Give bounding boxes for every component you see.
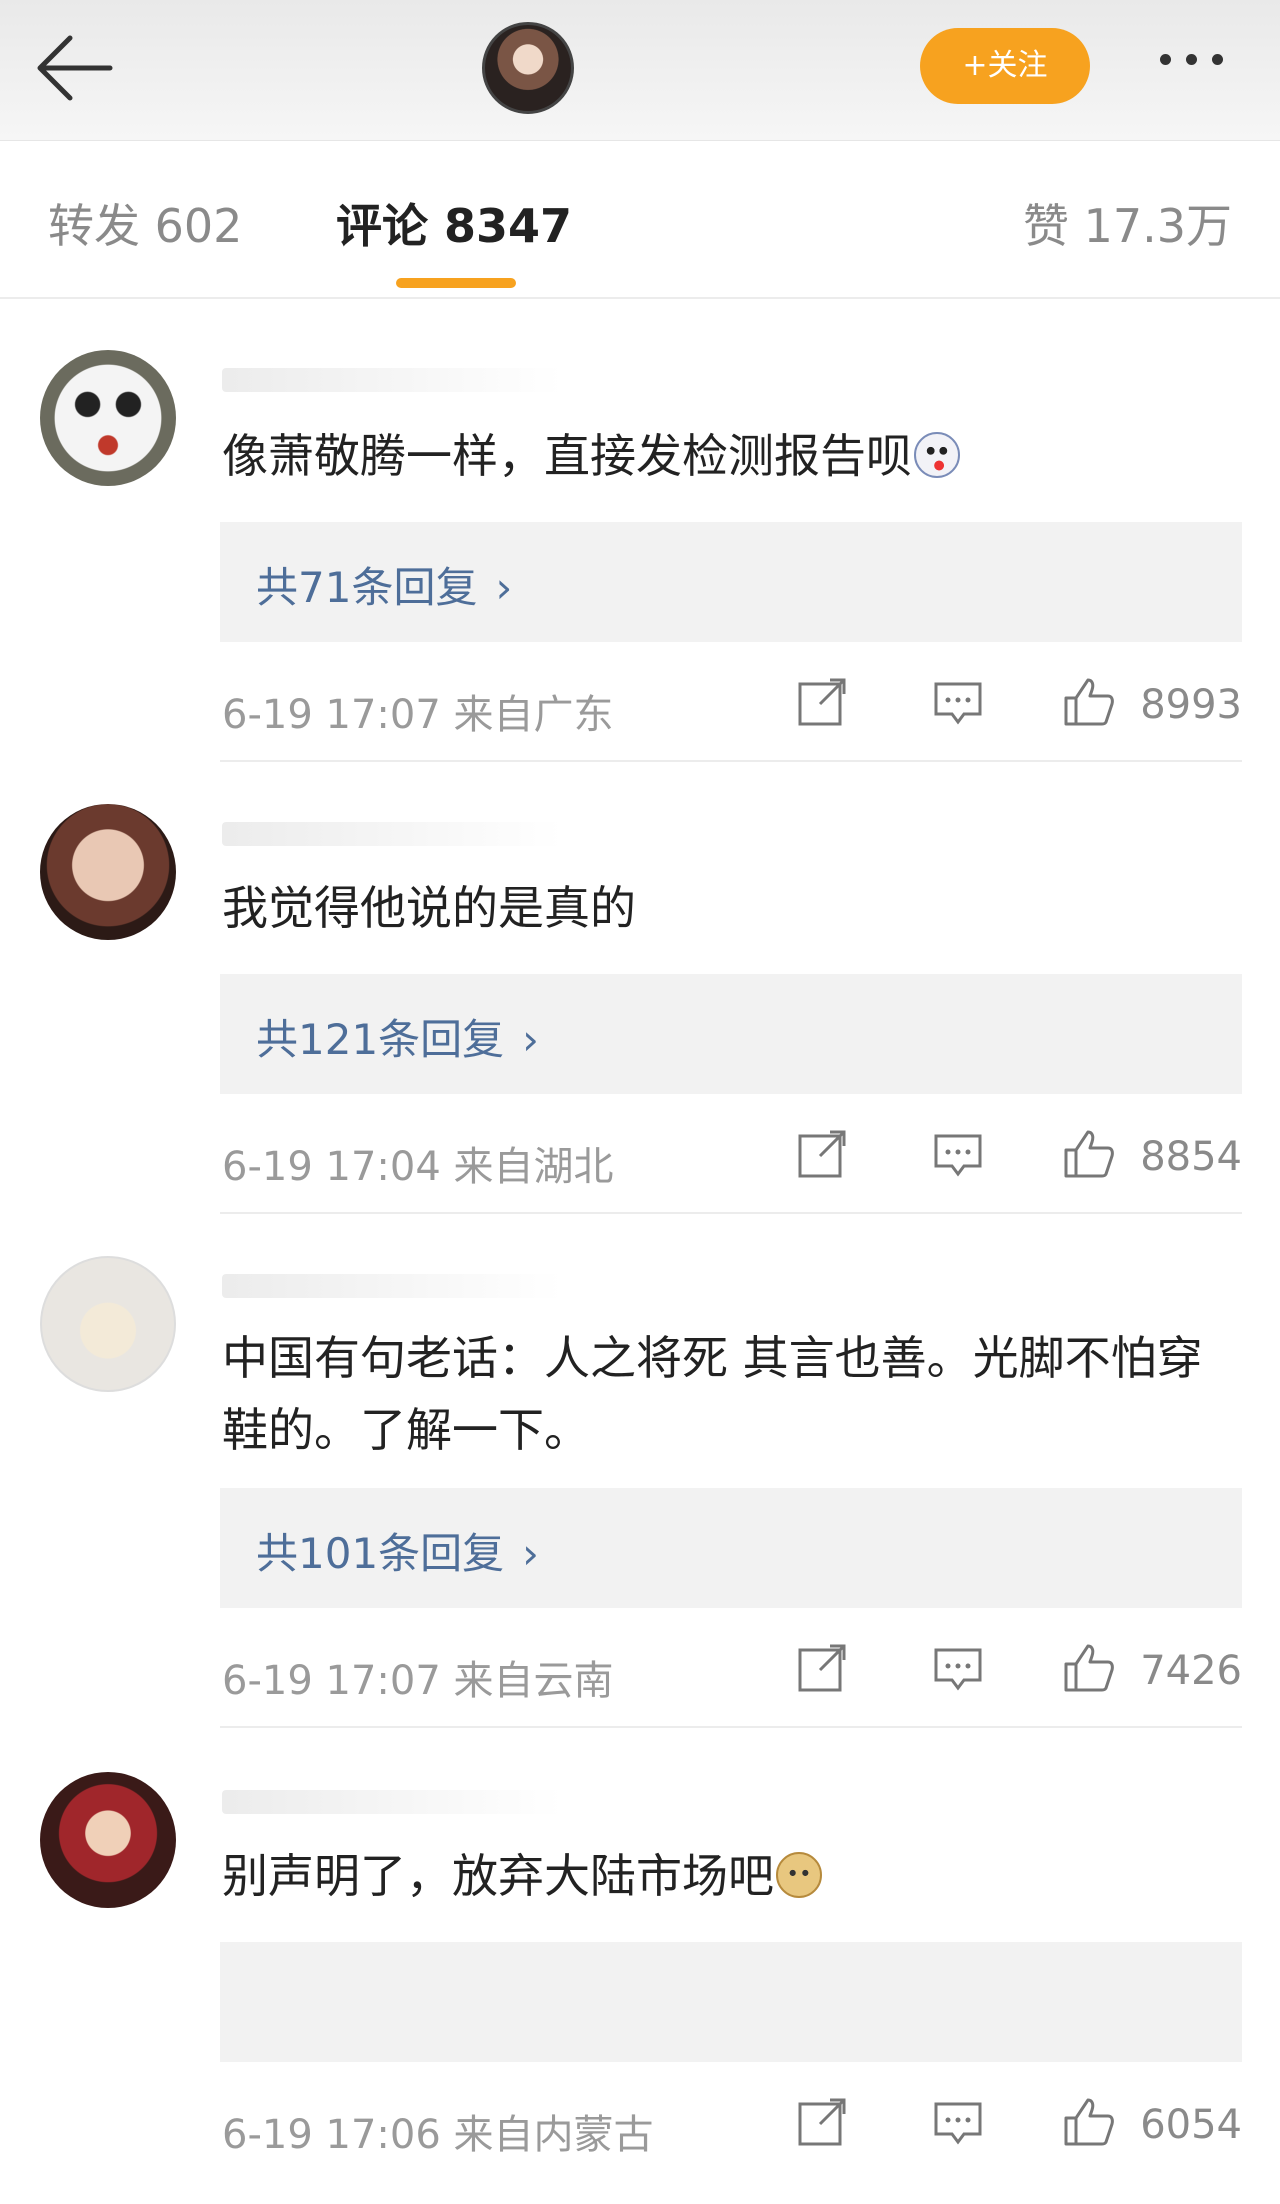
reply-count: 共121条回复 › bbox=[256, 1006, 539, 1067]
timestamp-location: 6-19 17:07 来自广东 bbox=[222, 682, 614, 740]
timestamp: 6-19 17:07 bbox=[222, 692, 441, 738]
timestamp-location: 6-19 17:06 来自内蒙古 bbox=[222, 2102, 654, 2160]
comment-bubble-icon bbox=[934, 1648, 982, 1691]
arrow-left-icon bbox=[37, 35, 113, 101]
reply-count: 共71条回复 › bbox=[256, 554, 512, 615]
divider bbox=[220, 1726, 1242, 1728]
tab-active-indicator bbox=[396, 278, 516, 288]
avatar[interactable] bbox=[40, 350, 176, 486]
share-button[interactable] bbox=[794, 2094, 854, 2150]
reply-summary-button[interactable]: 共71条回复 › bbox=[220, 522, 1242, 642]
doge-emoji-icon bbox=[776, 1852, 822, 1898]
share-icon bbox=[798, 1130, 846, 1178]
username-obscured[interactable] bbox=[222, 1274, 562, 1298]
thumbs-up-icon bbox=[1064, 1130, 1114, 1178]
reply-summary-button[interactable] bbox=[220, 1942, 1242, 2062]
tab-comment[interactable]: 评论 8347 bbox=[336, 190, 572, 256]
share-button[interactable] bbox=[794, 1640, 854, 1696]
share-icon bbox=[798, 1644, 846, 1692]
like-count: 7426 bbox=[1140, 1648, 1242, 1694]
timestamp: 6-19 17:04 bbox=[222, 1144, 441, 1190]
share-button[interactable] bbox=[794, 674, 854, 730]
username-obscured[interactable] bbox=[222, 368, 562, 392]
comment-meta: 6-19 17:07 来自广东 8993 bbox=[222, 674, 1242, 738]
chevron-right-icon: › bbox=[495, 563, 513, 612]
reply-count-label: 共71条回复 bbox=[256, 563, 478, 612]
reply-button[interactable] bbox=[930, 2094, 990, 2150]
location: 来自内蒙古 bbox=[453, 2112, 654, 2158]
like-button[interactable] bbox=[1060, 2094, 1120, 2150]
reply-count: 共101条回复 › bbox=[256, 1520, 539, 1581]
thumbs-up-icon bbox=[1064, 2098, 1114, 2146]
more-dot bbox=[1186, 54, 1197, 65]
username-obscured[interactable] bbox=[222, 822, 562, 846]
face-emoji-icon bbox=[914, 432, 960, 478]
more-dots-icon bbox=[1160, 54, 1171, 65]
follow-button[interactable]: +关注 bbox=[920, 28, 1090, 104]
reply-count-label: 共101条回复 bbox=[256, 1529, 505, 1578]
tab-bar: 转发 602 评论 8347 赞 17.3万 bbox=[0, 142, 1280, 299]
comment-text-content: 像萧敬腾一样，直接发检测报告呗 bbox=[222, 429, 912, 483]
reply-button[interactable] bbox=[930, 1640, 990, 1696]
like-count: 8993 bbox=[1140, 682, 1242, 728]
timestamp-location: 6-19 17:04 来自湖北 bbox=[222, 1134, 614, 1192]
avatar[interactable] bbox=[40, 1772, 176, 1908]
tab-like[interactable]: 赞 17.3万 bbox=[1023, 190, 1232, 256]
comment-text: 我觉得他说的是真的 bbox=[222, 881, 636, 935]
comment-text: 中国有句老话：人之将死 其言也善。光脚不怕穿鞋的。了解一下。 bbox=[222, 1331, 1203, 1457]
like-button[interactable] bbox=[1060, 674, 1120, 730]
divider bbox=[220, 1212, 1242, 1214]
like-count: 8854 bbox=[1140, 1134, 1242, 1180]
username-obscured[interactable] bbox=[222, 1790, 562, 1814]
share-icon bbox=[798, 678, 846, 726]
more-button[interactable] bbox=[1160, 50, 1240, 80]
comment-bubble-icon bbox=[934, 1134, 982, 1177]
location: 来自广东 bbox=[453, 692, 614, 738]
reply-count-label: 共121条回复 bbox=[256, 1015, 505, 1064]
thumbs-up-icon bbox=[1064, 678, 1114, 726]
more-dot bbox=[1212, 54, 1223, 65]
thumbs-up-icon bbox=[1064, 1644, 1114, 1692]
comment-meta: 6-19 17:04 来自湖北 8854 bbox=[222, 1126, 1242, 1190]
comment-bubble-icon bbox=[934, 2102, 982, 2145]
chevron-right-icon: › bbox=[522, 1529, 539, 1578]
comment-bubble-icon bbox=[934, 682, 982, 725]
divider bbox=[220, 760, 1242, 762]
top-bar: +关注 bbox=[0, 0, 1280, 141]
reply-summary-button[interactable]: 共101条回复 › bbox=[220, 1488, 1242, 1608]
avatar[interactable] bbox=[40, 1256, 176, 1392]
reply-button[interactable] bbox=[930, 674, 990, 730]
tab-forward[interactable]: 转发 602 bbox=[48, 190, 242, 256]
author-avatar[interactable] bbox=[482, 22, 574, 114]
avatar[interactable] bbox=[40, 804, 176, 940]
like-count: 6054 bbox=[1140, 2102, 1242, 2148]
location: 来自湖北 bbox=[453, 1144, 614, 1190]
comment-meta: 6-19 17:07 来自云南 7426 bbox=[222, 1640, 1242, 1704]
comment-text: 像萧敬腾一样，直接发检测报告呗 bbox=[222, 420, 1232, 492]
timestamp-location: 6-19 17:07 来自云南 bbox=[222, 1648, 614, 1706]
comment-text: 别声明了，放弃大陆市场吧 bbox=[222, 1840, 1232, 1912]
like-button[interactable] bbox=[1060, 1126, 1120, 1182]
reply-summary-button[interactable]: 共121条回复 › bbox=[220, 974, 1242, 1094]
like-button[interactable] bbox=[1060, 1640, 1120, 1696]
chevron-right-icon: › bbox=[522, 1015, 539, 1064]
share-button[interactable] bbox=[794, 1126, 854, 1182]
comment-text-content: 别声明了，放弃大陆市场吧 bbox=[222, 1849, 774, 1903]
share-icon bbox=[798, 2098, 846, 2146]
location: 来自云南 bbox=[453, 1658, 614, 1704]
reply-button[interactable] bbox=[930, 1126, 990, 1182]
comment-meta: 6-19 17:06 来自内蒙古 6054 bbox=[222, 2094, 1242, 2158]
timestamp: 6-19 17:06 bbox=[222, 2112, 441, 2158]
timestamp: 6-19 17:07 bbox=[222, 1658, 441, 1704]
back-button[interactable] bbox=[30, 28, 120, 108]
